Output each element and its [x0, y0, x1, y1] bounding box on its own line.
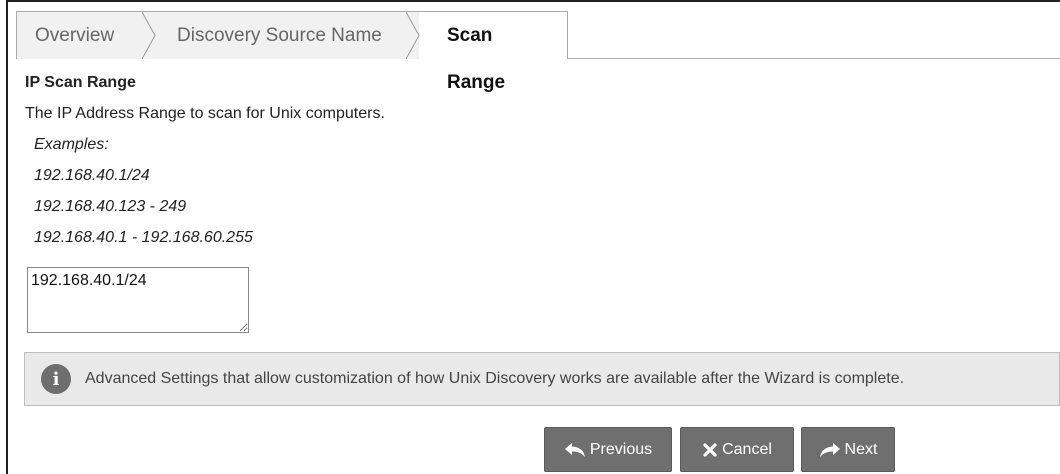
tab-scan-range[interactable]: Scan Range	[419, 12, 567, 93]
next-button[interactable]: Next	[801, 427, 895, 472]
tab-discovery-source-name[interactable]: Discovery Source Name	[155, 12, 420, 59]
tab-separator-chevron	[406, 12, 420, 59]
tab-separator-chevron	[142, 12, 156, 59]
tab-overview-label: Overview	[35, 25, 115, 46]
example-item: 192.168.40.123 - 249	[34, 198, 187, 215]
scan-range-section: IP Scan Range The IP Address Range to sc…	[25, 72, 1055, 249]
close-icon	[703, 442, 717, 457]
wizard-tabstrip: Overview Discovery Source Name Scan Rang…	[16, 11, 568, 93]
forward-arrow-icon	[819, 442, 840, 457]
previous-button-label: Previous	[589, 440, 653, 458]
examples-label: Examples:	[34, 136, 109, 153]
info-icon: i	[41, 364, 71, 394]
tab-discovery-source-name-label: Discovery Source Name	[177, 25, 382, 46]
next-button-label: Next	[844, 440, 878, 458]
example-item: 192.168.40.1/24	[34, 167, 150, 184]
reply-arrow-icon	[564, 442, 585, 457]
previous-button[interactable]: Previous	[544, 427, 672, 472]
cancel-button[interactable]: Cancel	[680, 427, 794, 472]
example-item: 192.168.40.1 - 192.168.60.255	[34, 229, 253, 246]
section-heading: IP Scan Range	[25, 74, 136, 91]
info-text: Advanced Settings that allow customizati…	[85, 370, 905, 387]
info-bar: i Advanced Settings that allow customiza…	[24, 352, 1060, 406]
cancel-button-label: Cancel	[722, 440, 772, 458]
ip-range-input[interactable]: 192.168.40.1/24	[27, 267, 249, 333]
tab-overview[interactable]: Overview	[17, 12, 156, 59]
wizard-tabs: Overview Discovery Source Name Scan Rang…	[16, 11, 1060, 93]
section-description: The IP Address Range to scan for Unix co…	[25, 105, 385, 122]
